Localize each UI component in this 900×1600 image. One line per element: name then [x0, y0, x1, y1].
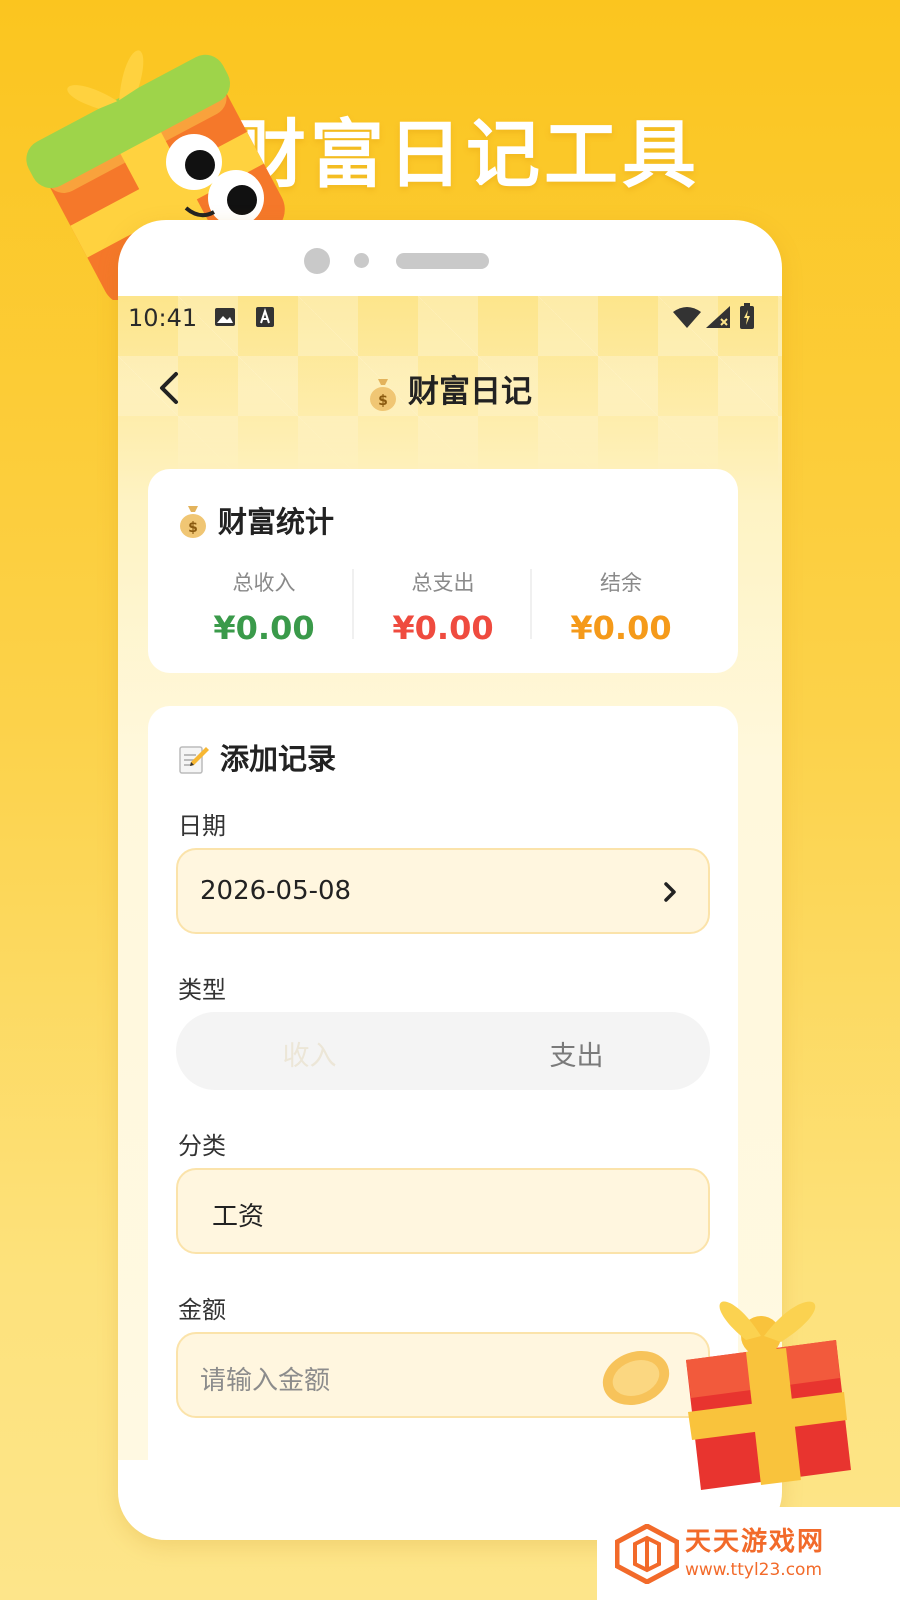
money-bag-icon: $: [180, 506, 206, 538]
category-value: 工资: [212, 1202, 265, 1232]
site-watermark: 天天游戏网 www.ttyl23.com: [597, 1507, 900, 1600]
type-label: 类型: [178, 976, 226, 1004]
site-url: www.ttyl23.com: [685, 1560, 823, 1580]
type-option-expense[interactable]: 支出: [443, 1034, 710, 1073]
category-field[interactable]: 工资: [176, 1168, 710, 1254]
amount-label: 金额: [178, 1296, 226, 1324]
signal-icon: [706, 306, 730, 328]
stat-label: 总收入: [232, 571, 296, 595]
status-time: 10:41: [128, 304, 198, 332]
stat-value: ¥0.00: [570, 609, 672, 647]
money-bag-icon: $: [370, 378, 396, 411]
camera-dot: [304, 248, 330, 274]
date-label: 日期: [178, 812, 226, 840]
stat-label: 结余: [600, 571, 642, 595]
nav-bar: $ 财富日记: [118, 348, 782, 428]
category-label: 分类: [178, 1132, 226, 1160]
svg-text:$: $: [188, 520, 198, 536]
red-gift-box-icon: [602, 1301, 851, 1490]
type-option-income[interactable]: 收入: [176, 1034, 443, 1073]
site-name: 天天游戏网: [685, 1527, 826, 1557]
amount-placeholder: 请输入金额: [200, 1366, 331, 1396]
stat-total-expense: 总支出 ¥0.00: [353, 567, 533, 647]
stat-label: 总支出: [411, 571, 475, 595]
form-title-text: 添加记录: [220, 742, 337, 776]
stats-title: $ 财富统计: [178, 499, 334, 541]
battery-icon: [740, 303, 754, 329]
speaker-grille: [396, 253, 489, 269]
stat-balance: 结余 ¥0.00: [531, 567, 711, 647]
type-segmented-control: 收入 支出: [176, 1012, 710, 1090]
form-title: 添加记录: [178, 736, 336, 778]
chevron-right-icon: [664, 882, 676, 902]
wifi-icon: [673, 307, 701, 328]
text-notification-icon: [256, 307, 274, 327]
date-value: 2026-05-08: [200, 876, 352, 906]
date-picker[interactable]: 2026-05-08: [176, 848, 710, 934]
stat-value: ¥0.00: [392, 609, 494, 647]
stat-value: ¥0.00: [213, 609, 315, 647]
sensor-dot: [354, 253, 369, 268]
memo-pencil-icon: [179, 746, 209, 774]
page-title-text: 财富日记: [408, 374, 532, 410]
stat-total-income: 总收入 ¥0.00: [174, 567, 354, 647]
stats-title-text: 财富统计: [218, 505, 335, 539]
wealth-stats-card: $ 财富统计 总收入 ¥0.00 总支出 ¥0.00 结余 ¥0.00: [148, 469, 738, 673]
image-notification-icon: [215, 308, 235, 326]
status-bar: 10:41: [118, 296, 782, 340]
page-title: $ 财富日记: [118, 366, 782, 411]
site-logo-icon: [615, 1524, 679, 1584]
svg-text:$: $: [378, 393, 388, 409]
